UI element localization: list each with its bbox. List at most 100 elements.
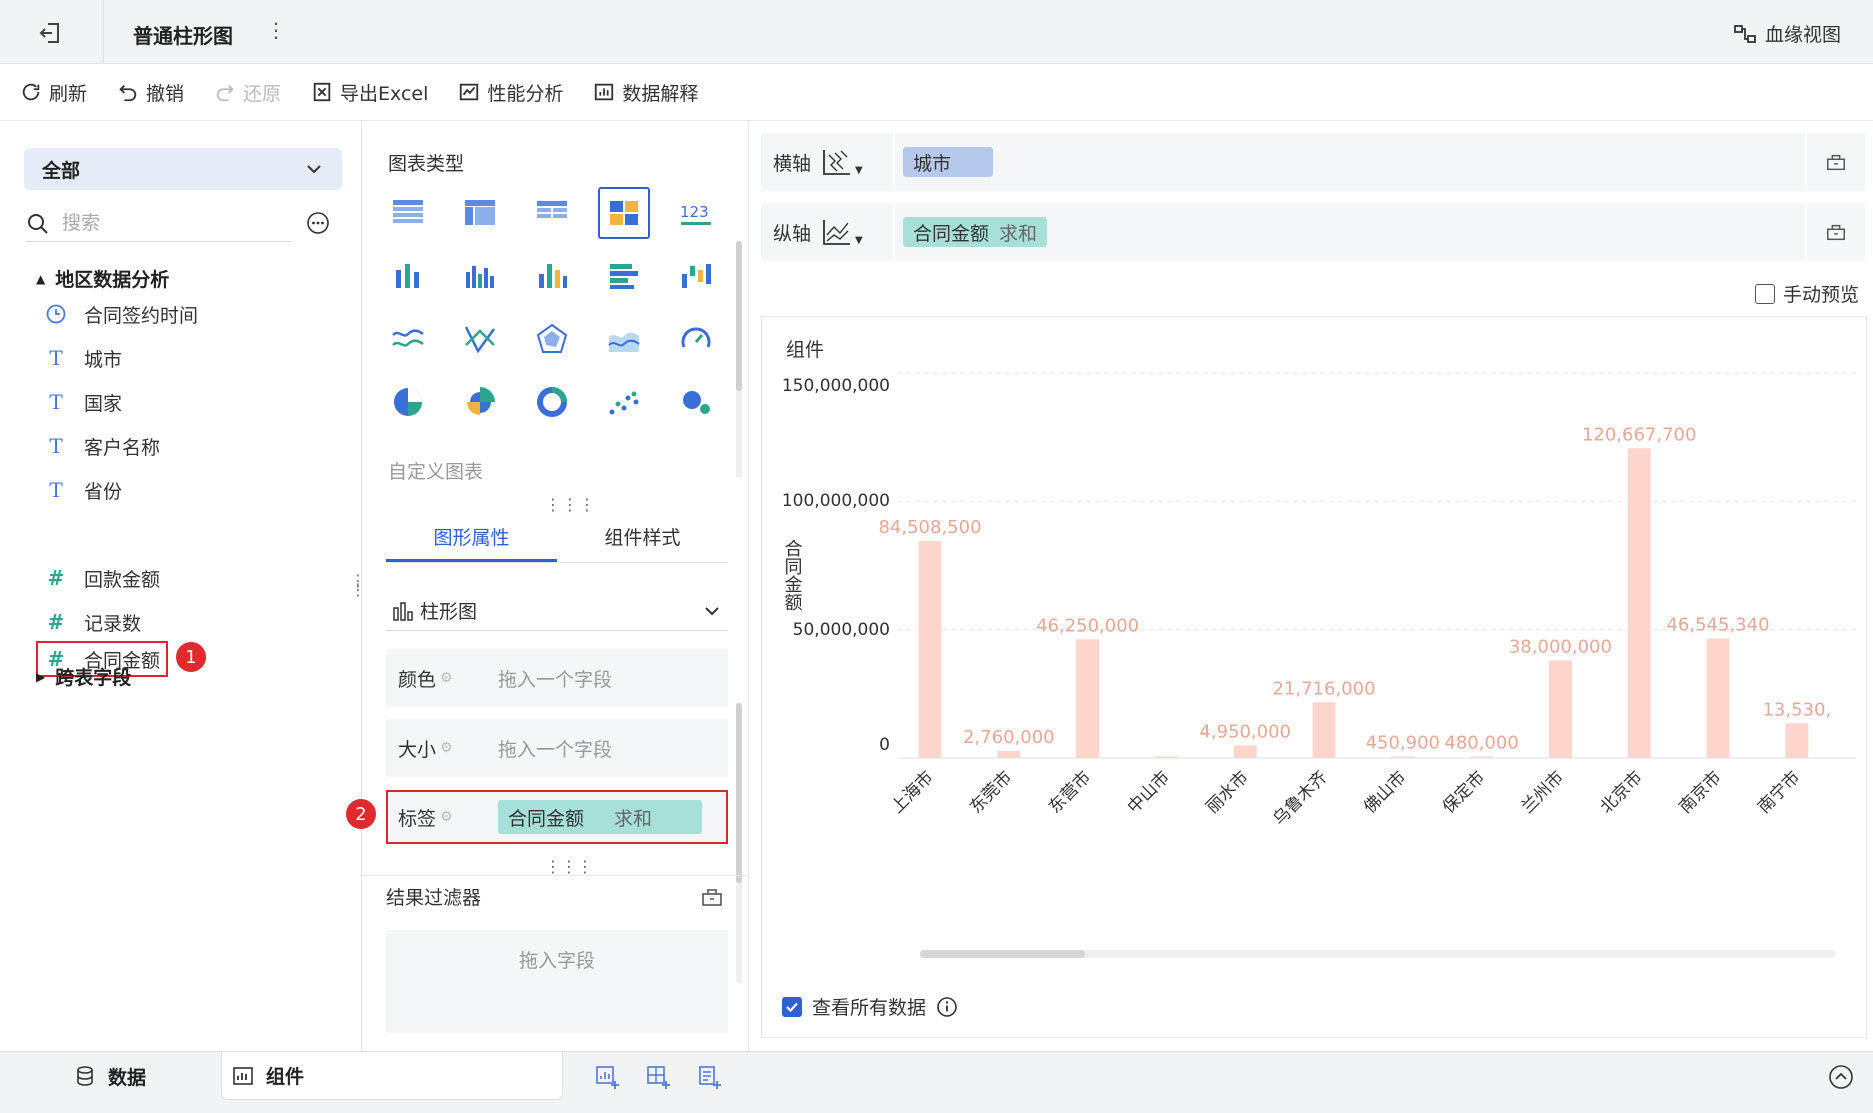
x-tick-label: 佛山市 xyxy=(1360,767,1410,817)
chart-type-select[interactable]: 柱形图 xyxy=(386,591,728,631)
custom-chart-label[interactable]: 自定义图表 xyxy=(388,457,483,484)
field-item[interactable]: T 城市 xyxy=(44,341,122,375)
area-chart-icon[interactable] xyxy=(598,313,650,365)
crosstab-chart-icon[interactable] xyxy=(454,187,506,239)
data-label: 480,000 xyxy=(1444,733,1518,754)
radar-chart-icon[interactable] xyxy=(526,313,578,365)
redo-icon xyxy=(216,84,234,102)
auto-chart-icon[interactable] xyxy=(598,187,650,239)
x-tick-label: 南京市 xyxy=(1675,767,1725,817)
group-bar-icon[interactable] xyxy=(382,250,434,302)
stacked-bar-icon[interactable] xyxy=(526,250,578,302)
table-chart-icon[interactable] xyxy=(382,187,434,239)
x-field-pill[interactable]: 城市 xyxy=(903,147,993,177)
field-item[interactable]: T 省份 xyxy=(44,473,122,507)
waterfall-icon[interactable] xyxy=(670,250,722,302)
bar-chart-icon[interactable] xyxy=(454,250,506,302)
x-axis-settings[interactable]: ▼ xyxy=(821,147,893,177)
refresh-button[interactable]: 刷新 xyxy=(20,79,87,106)
field-item[interactable]: T 客户名称 xyxy=(44,429,160,463)
field-label: 省份 xyxy=(84,480,123,503)
checkbox[interactable] xyxy=(1754,283,1775,304)
label-label: 标签 xyxy=(398,807,437,830)
label-field-pill[interactable]: 合同金额 求和 xyxy=(498,800,702,834)
add-chart-component-icon[interactable] xyxy=(594,1064,620,1090)
more-options-icon[interactable] xyxy=(306,211,330,235)
pie-chart-icon[interactable] xyxy=(382,376,434,428)
more-vertical-icon[interactable]: ⋮ xyxy=(266,18,286,42)
tab-component[interactable]: 组件 xyxy=(221,1052,563,1100)
performance-analysis-button[interactable]: 性能分析 xyxy=(458,79,563,106)
field-label: 城市 xyxy=(84,348,123,371)
x-axis-row: 横轴 ▼ 城市 xyxy=(761,133,1865,191)
donut-chart-icon[interactable] xyxy=(526,376,578,428)
gear-icon[interactable]: ⚙ xyxy=(440,740,453,756)
field-item[interactable]: # 回款金额 xyxy=(44,561,160,595)
parallel-line-icon[interactable] xyxy=(454,313,506,365)
field-label: 国家 xyxy=(84,392,123,415)
gauge-icon[interactable] xyxy=(670,313,722,365)
tab-component-style[interactable]: 组件样式 xyxy=(557,513,728,562)
filter-drop-zone[interactable]: 拖入字段 xyxy=(386,930,728,1033)
y-tick-label: 150,000,000 xyxy=(782,376,890,396)
color-property-row[interactable]: 颜色 ⚙ 拖入一个字段 xyxy=(386,649,728,707)
field-item[interactable]: T 国家 xyxy=(44,385,122,419)
tree-group-cross-table[interactable]: ▶ 跨表字段 xyxy=(36,663,131,690)
chart-config-panel: 图表类型 123 自定义图表 ⋮⋮⋮ 图形属性 组件样式 柱形图 颜色 ⚙ 拖入… xyxy=(346,121,749,1051)
size-property-row[interactable]: 大小 ⚙ 拖入一个字段 xyxy=(386,719,728,777)
y-axis-settings[interactable]: ▼ xyxy=(821,217,893,247)
collapse-up-icon[interactable] xyxy=(1828,1064,1854,1090)
bar xyxy=(1627,448,1651,758)
axis-settings-icon[interactable] xyxy=(1805,133,1865,191)
property-tabs: 图形属性 组件样式 xyxy=(386,513,728,563)
label-property-row[interactable]: 标签 ⚙ 合同金额 求和 xyxy=(386,790,728,844)
x-axis-drop-zone[interactable]: 城市 xyxy=(893,133,1805,191)
field-item[interactable]: 合同签约时间 xyxy=(44,297,198,331)
tab-graphic-properties[interactable]: 图形属性 xyxy=(386,513,557,562)
manual-preview-checkbox[interactable]: 手动预览 xyxy=(1754,280,1859,307)
bar xyxy=(1548,660,1572,758)
scrollbar[interactable] xyxy=(736,241,742,477)
exit-icon[interactable] xyxy=(36,18,66,48)
x-tick-label: 乌鲁木齐 xyxy=(1269,767,1331,829)
detail-table-icon[interactable] xyxy=(526,187,578,239)
filter-settings-icon[interactable] xyxy=(700,885,724,909)
component-chart-icon xyxy=(233,1066,253,1085)
lineage-view-button[interactable]: 血缘视图 xyxy=(1733,20,1841,47)
redo-button[interactable]: 还原 xyxy=(214,79,281,106)
data-explain-button[interactable]: 数据解释 xyxy=(593,79,698,106)
bubble-chart-icon[interactable] xyxy=(670,376,722,428)
resize-handle[interactable]: ⋮⋮⋮ xyxy=(545,495,596,514)
gear-icon[interactable]: ⚙ xyxy=(440,809,453,825)
bar xyxy=(1312,702,1336,758)
field-panel: 全部 ▲ 地区数据分析 合同签约时间 T 城市 T 国家 T 客户名称 T 省份… xyxy=(0,121,366,1051)
checkbox-checked[interactable] xyxy=(782,996,802,1017)
y-field-pill[interactable]: 合同金额 求和 xyxy=(903,217,1048,247)
add-filter-component-icon[interactable] xyxy=(645,1064,671,1090)
tab-data[interactable]: 数据 xyxy=(74,1052,146,1100)
scrollbar[interactable] xyxy=(736,703,742,983)
field-item[interactable]: # 记录数 xyxy=(44,605,141,639)
search-input[interactable] xyxy=(62,212,262,235)
bar xyxy=(1706,638,1730,758)
rose-chart-icon[interactable] xyxy=(454,376,506,428)
info-icon[interactable] xyxy=(936,996,958,1018)
label-field-agg: 求和 xyxy=(614,807,653,830)
view-all-data-checkbox[interactable]: 查看所有数据 xyxy=(782,993,958,1020)
drop-placeholder: 拖入一个字段 xyxy=(498,668,613,691)
gear-icon[interactable]: ⚙ xyxy=(440,670,453,686)
x-tick-label: 东莞市 xyxy=(966,767,1016,817)
line-chart-icon[interactable] xyxy=(382,313,434,365)
add-text-component-icon[interactable] xyxy=(696,1064,722,1090)
kpi-number-icon[interactable]: 123 xyxy=(670,187,722,239)
clock-icon xyxy=(46,304,66,324)
y-axis-drop-zone[interactable]: 合同金额 求和 xyxy=(893,203,1805,261)
scatter-chart-icon[interactable] xyxy=(598,376,650,428)
resize-handle[interactable]: ⋮⋮⋮ xyxy=(545,857,593,876)
export-excel-button[interactable]: 导出Excel xyxy=(311,79,428,106)
tree-group-region-analysis[interactable]: ▲ 地区数据分析 xyxy=(36,265,169,292)
undo-button[interactable]: 撤销 xyxy=(117,79,184,106)
category-select[interactable]: 全部 xyxy=(24,148,342,190)
axis-settings-icon[interactable] xyxy=(1805,203,1865,261)
horizontal-bar-icon[interactable] xyxy=(598,250,650,302)
